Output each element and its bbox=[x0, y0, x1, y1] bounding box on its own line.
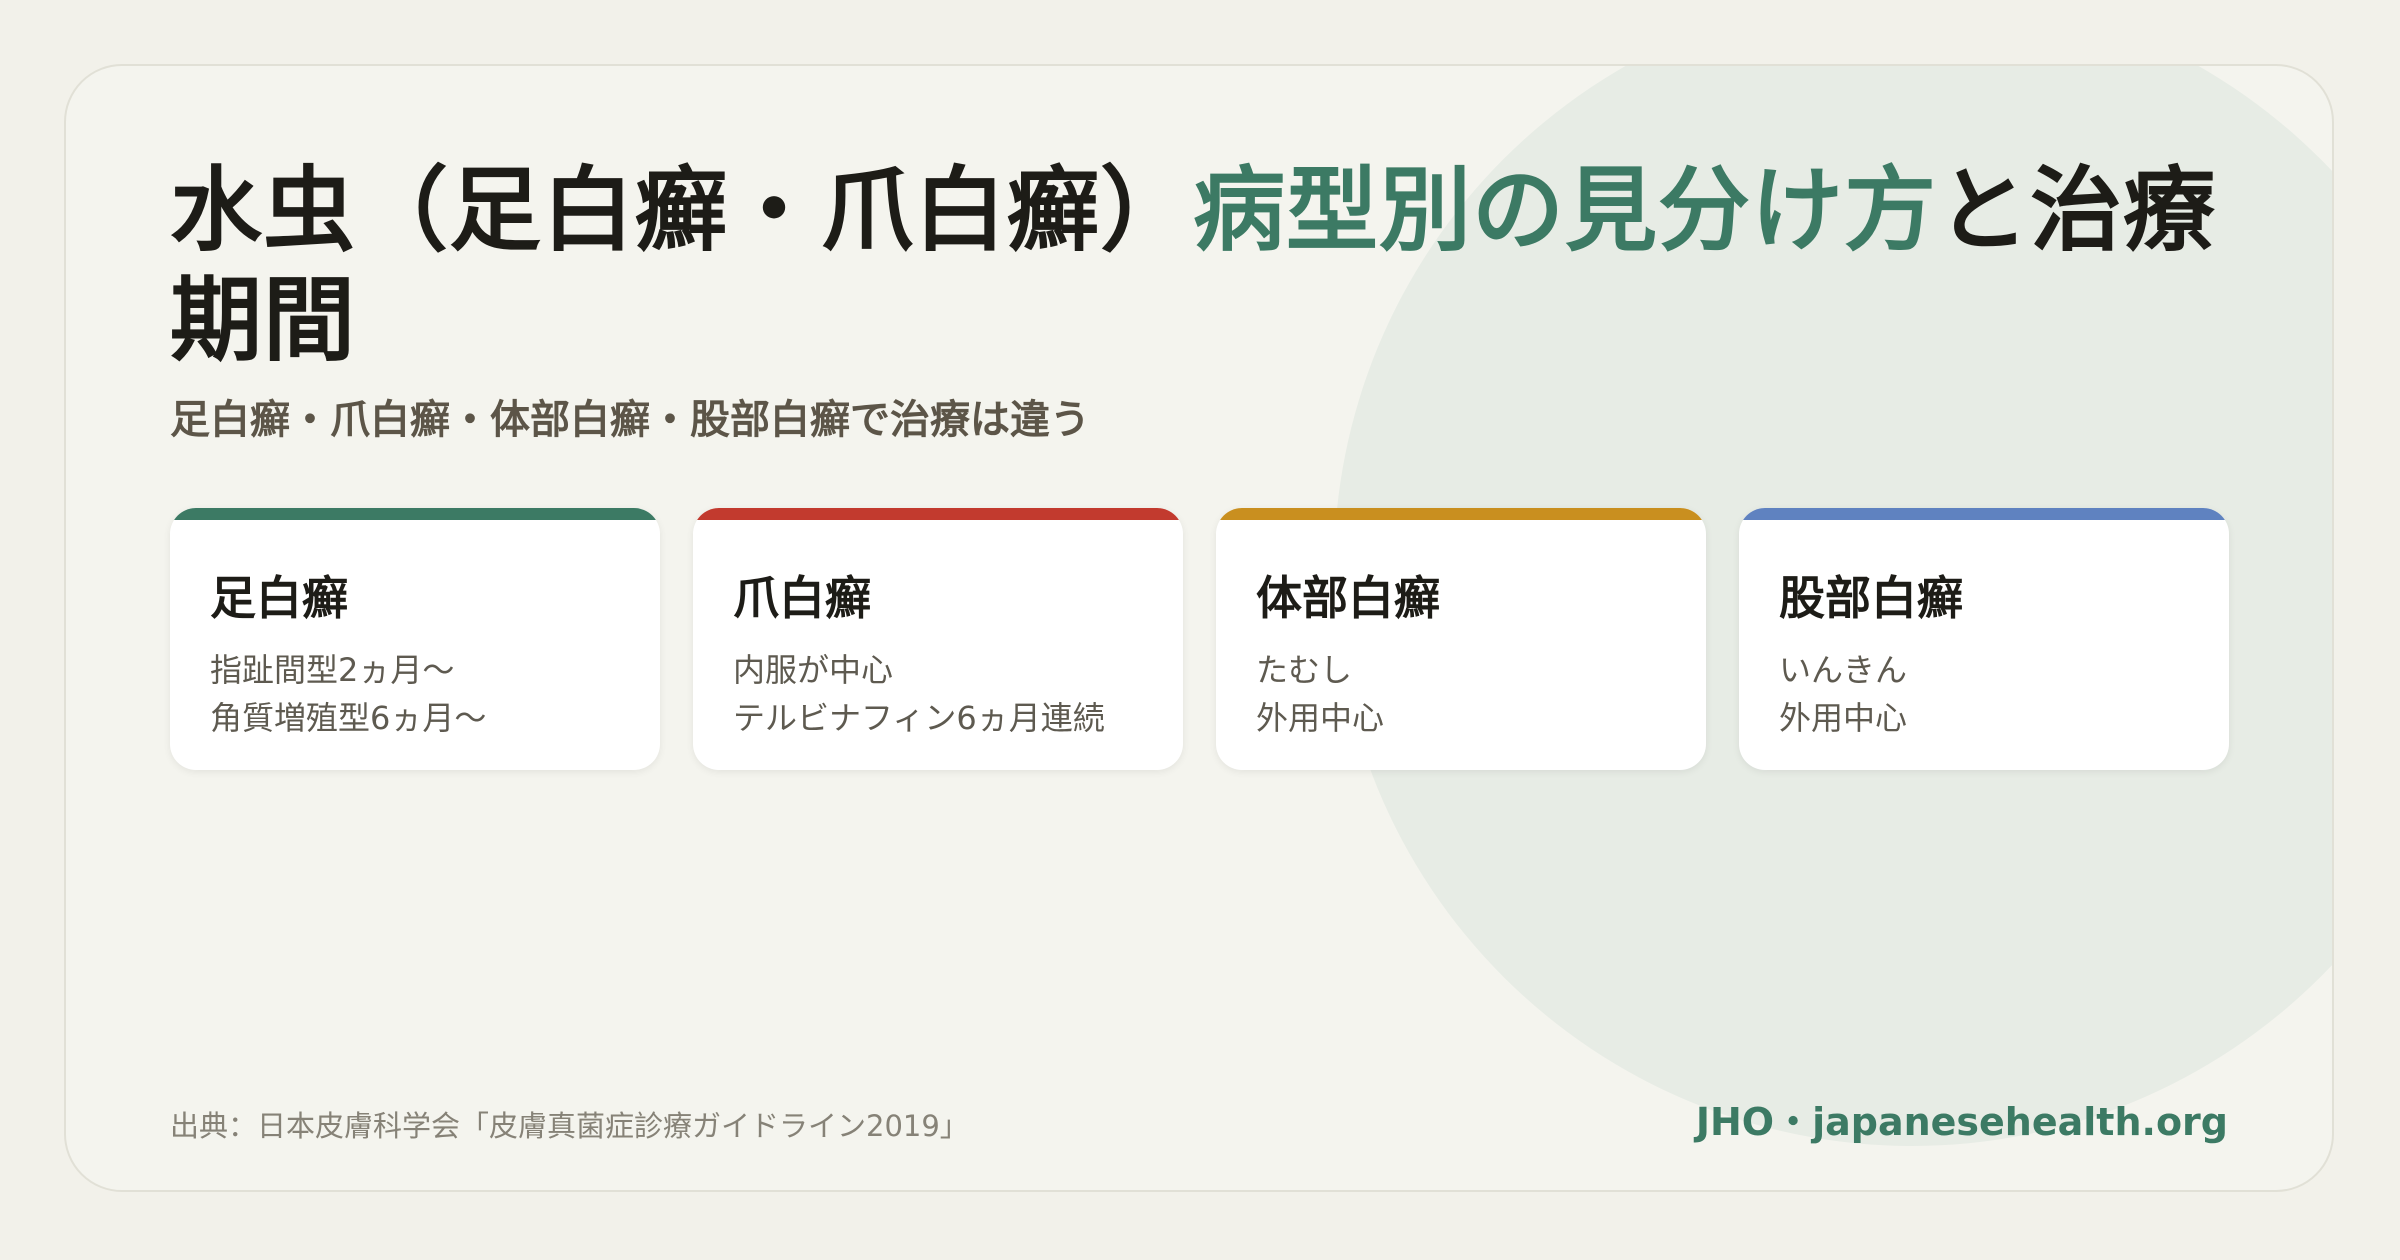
card-line: いんきん bbox=[1779, 651, 1908, 689]
card-title: 足白癬 bbox=[210, 571, 348, 625]
card-line: 外用中心 bbox=[1256, 699, 1385, 737]
subtitle: 足白癬・爪白癬・体部白癬・股部白癬で治療は違う bbox=[170, 397, 1090, 443]
card-ashi-hakusen: 足白癬 指趾間型2ヵ月〜 角質増殖型6ヵ月〜 bbox=[170, 508, 660, 770]
card-line: 外用中心 bbox=[1779, 699, 1908, 737]
card-line: 角質増殖型6ヵ月〜 bbox=[210, 699, 487, 737]
card-title: 体部白癬 bbox=[1256, 571, 1440, 625]
card-line: 内服が中心 bbox=[733, 651, 894, 689]
card-accent-bar bbox=[693, 508, 1183, 520]
infographic-card: 水虫（足白癬・爪白癬）病型別の見分け方と治療期間 足白癬・爪白癬・体部白癬・股部… bbox=[64, 64, 2334, 1192]
card-line: テルビナフィン6ヵ月連続 bbox=[733, 699, 1105, 737]
card-line: 指趾間型2ヵ月〜 bbox=[210, 651, 455, 689]
card-kobu-hakusen: 股部白癬 いんきん 外用中心 bbox=[1739, 508, 2229, 770]
brand-link[interactable]: JHO・japanesehealth.org bbox=[1696, 1096, 2228, 1148]
card-tsume-hakusen: 爪白癬 内服が中心 テルビナフィン6ヵ月連続 bbox=[693, 508, 1183, 770]
card-accent-bar bbox=[1739, 508, 2229, 520]
card-title: 爪白癬 bbox=[733, 571, 871, 625]
card-line: たむし bbox=[1256, 651, 1353, 689]
title-part1: 水虫（足白癬・爪白癬） bbox=[170, 157, 1194, 264]
card-accent-bar bbox=[170, 508, 660, 520]
source-citation: 出典：日本皮膚科学会「皮膚真菌症診療ガイドライン2019」 bbox=[170, 1109, 969, 1143]
card-taibu-hakusen: 体部白癬 たむし 外用中心 bbox=[1216, 508, 1706, 770]
page-title: 水虫（足白癬・爪白癬）病型別の見分け方と治療期間 bbox=[170, 156, 2290, 376]
card-title: 股部白癬 bbox=[1779, 571, 1963, 625]
title-accent: 病型別の見分け方 bbox=[1193, 157, 1938, 264]
card-accent-bar bbox=[1216, 508, 1706, 520]
